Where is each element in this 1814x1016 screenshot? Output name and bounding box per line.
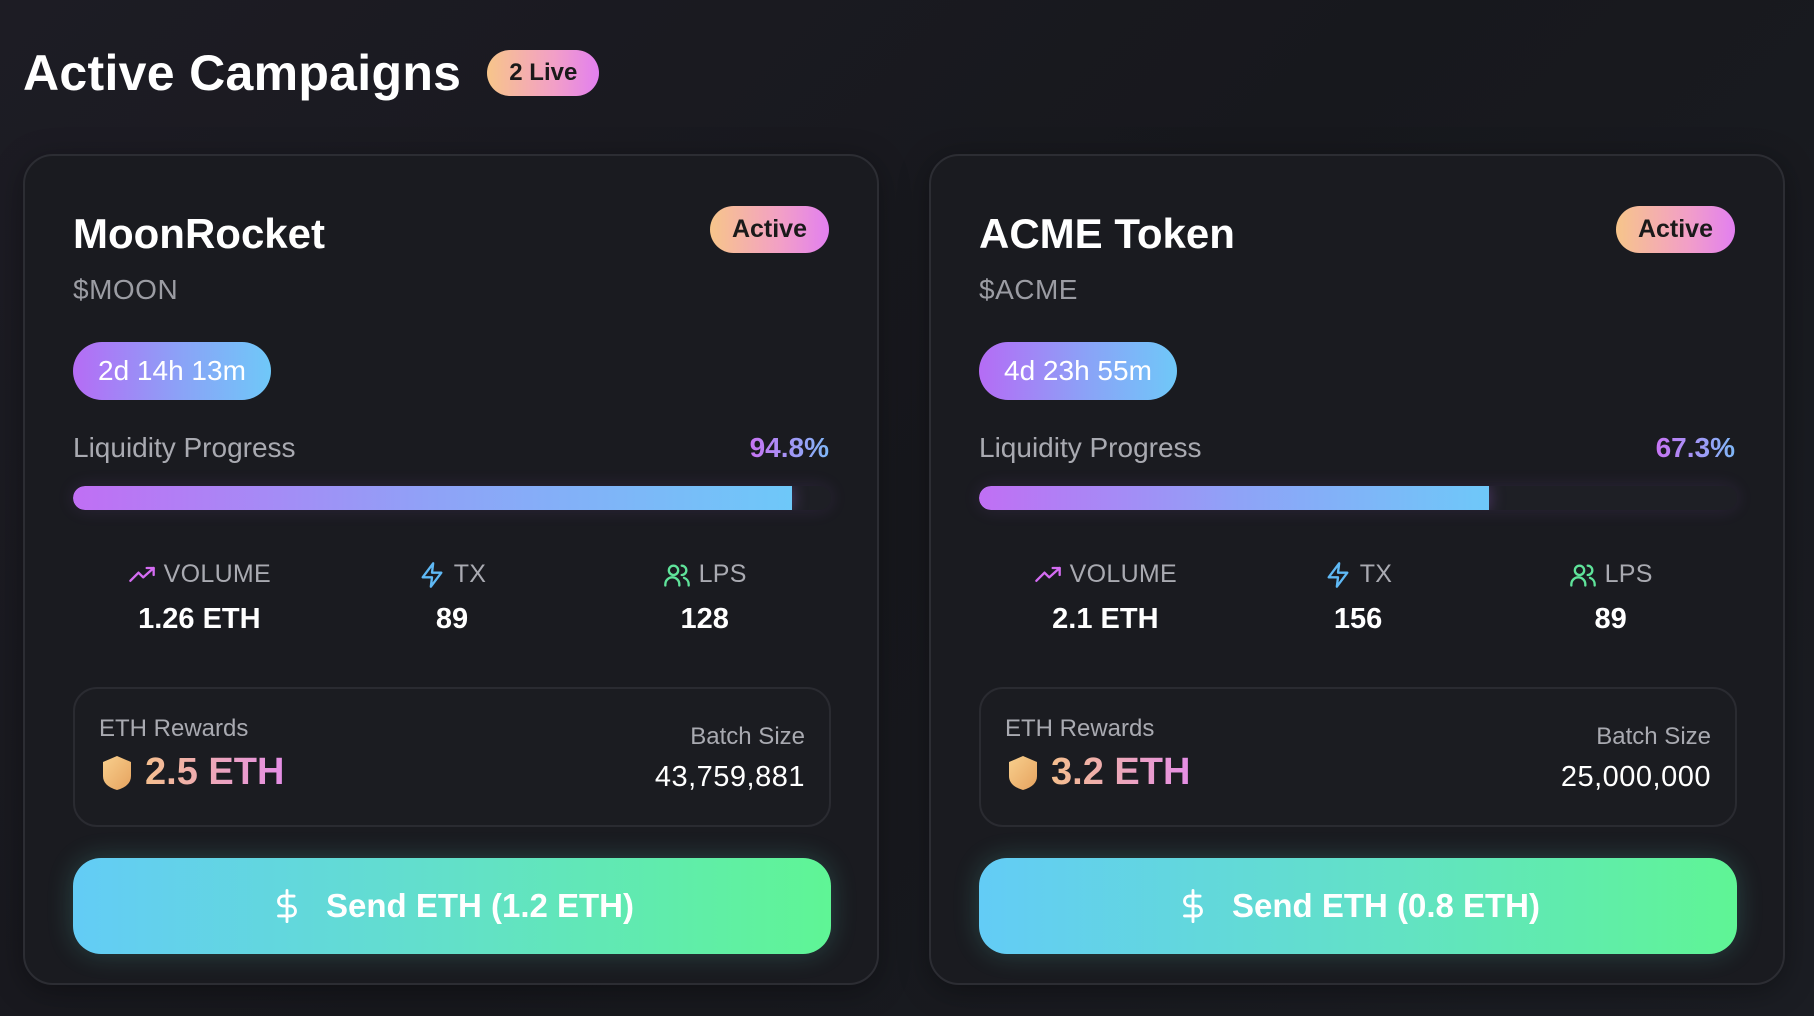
stats-row: VOLUME 2.1 ETH TX 156 LPS 89 <box>979 560 1737 636</box>
stat-value: 1.26 ETH <box>138 603 261 635</box>
stat-volume: VOLUME 2.1 ETH <box>979 560 1232 636</box>
campaign-card: ACME Token $ACME Active 4d 23h 55m Liqui… <box>929 154 1785 985</box>
progress-percent: 94.8% <box>749 432 829 463</box>
stat-lps: LPS 89 <box>1484 560 1737 636</box>
campaign-name: ACME Token <box>979 210 1235 257</box>
stat-label: LPS <box>698 560 747 588</box>
stat-label: LPS <box>1604 560 1653 588</box>
reward-badge-icon <box>103 755 131 790</box>
liquidity-progress-bar <box>73 486 831 510</box>
campaign-list: MoonRocket $MOON Active 2d 14h 13m Liqui… <box>23 154 1785 985</box>
stat-value: 128 <box>680 603 729 635</box>
countdown-timer: 4d 23h 55m <box>979 342 1177 400</box>
stat-value: 156 <box>1333 603 1383 635</box>
rewards-value: 2.5 ETH <box>145 751 285 793</box>
page-header: Active Campaigns 2 Live <box>23 44 600 102</box>
dollar-icon <box>277 889 297 923</box>
progress-label: Liquidity Progress <box>979 432 1202 463</box>
lightning-icon <box>421 561 443 588</box>
stat-value: 89 <box>1594 603 1627 635</box>
stat-label: TX <box>453 560 487 588</box>
stats-row: VOLUME 1.26 ETH TX 89 LPS 128 <box>73 560 831 636</box>
stat-tx: TX 89 <box>326 560 579 636</box>
stat-label: TX <box>1359 560 1393 588</box>
users-icon <box>1569 564 1596 587</box>
lightning-icon <box>1327 561 1349 588</box>
campaign-symbol: $MOON <box>73 274 179 305</box>
status-badge: Active <box>709 206 829 253</box>
stat-lps: LPS 128 <box>578 560 831 636</box>
status-badge: Active <box>1615 206 1735 253</box>
batch-size-label: Batch Size <box>1596 723 1711 750</box>
rewards-value: 3.2 ETH <box>1051 751 1191 793</box>
batch-size-value: 25,000,000 <box>1560 761 1711 793</box>
page-title: Active Campaigns <box>23 45 462 101</box>
trending-up-icon <box>1034 566 1061 582</box>
live-count-badge: 2 Live <box>487 50 600 96</box>
progress-fill <box>73 486 792 510</box>
stat-value: 89 <box>435 603 469 635</box>
progress-label: Liquidity Progress <box>73 432 296 463</box>
send-button-label: Send ETH (0.8 ETH) <box>1231 887 1541 924</box>
batch-size-label: Batch Size <box>690 723 805 750</box>
send-button-label: Send ETH (1.2 ETH) <box>325 887 635 924</box>
dollar-icon <box>1183 889 1203 923</box>
progress-percent: 67.3% <box>1655 432 1735 463</box>
rewards-panel: ETH Rewards 3.2 ETH Batch Size 25,000,00… <box>979 687 1737 827</box>
rewards-label: ETH Rewards <box>99 715 249 742</box>
stat-label: VOLUME <box>163 560 272 588</box>
send-eth-button[interactable]: Send ETH (0.8 ETH) <box>979 858 1737 954</box>
stat-volume: VOLUME 1.26 ETH <box>73 560 326 636</box>
batch-size-value: 43,759,881 <box>654 761 805 793</box>
campaign-name: MoonRocket <box>73 210 325 257</box>
stat-label: VOLUME <box>1069 560 1178 588</box>
stat-tx: TX 156 <box>1232 560 1485 636</box>
rewards-label: ETH Rewards <box>1005 715 1155 742</box>
campaign-card: MoonRocket $MOON Active 2d 14h 13m Liqui… <box>23 154 879 985</box>
liquidity-progress-bar <box>979 486 1737 510</box>
campaign-symbol: $ACME <box>979 274 1078 305</box>
rewards-panel: ETH Rewards 2.5 ETH Batch Size 43,759,88… <box>73 687 831 827</box>
users-icon <box>663 564 690 587</box>
progress-fill <box>979 486 1490 510</box>
countdown-timer: 2d 14h 13m <box>73 342 271 400</box>
trending-up-icon <box>128 566 155 582</box>
send-eth-button[interactable]: Send ETH (1.2 ETH) <box>73 858 831 954</box>
reward-badge-icon <box>1009 755 1037 790</box>
stat-value: 2.1 ETH <box>1052 603 1159 635</box>
